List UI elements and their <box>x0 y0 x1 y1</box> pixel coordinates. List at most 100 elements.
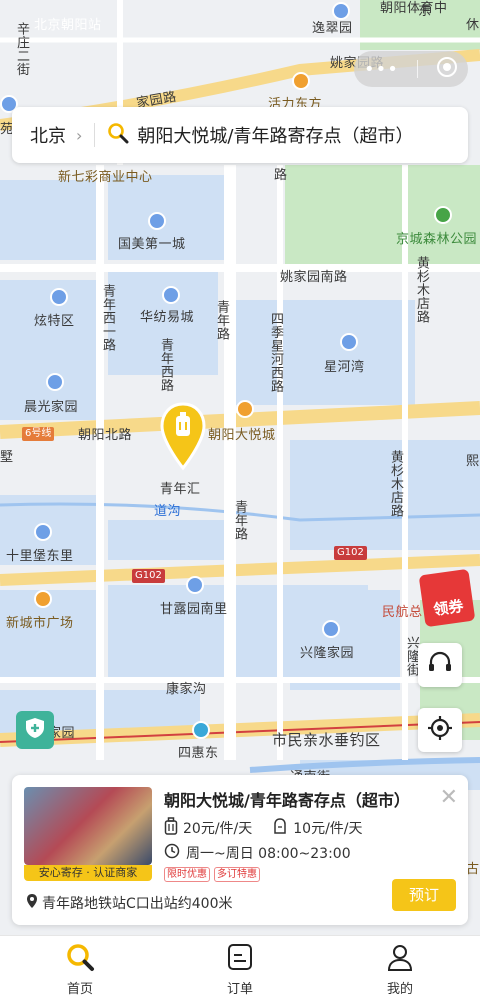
suitcase-icon <box>164 817 178 839</box>
status-carrier: 北京朝阳站 <box>34 18 102 33</box>
promo-tags: 限时优惠 多订特惠 <box>164 867 264 882</box>
coupon-red-packet[interactable]: 领券 <box>418 568 476 628</box>
tab-label: 订单 <box>226 982 253 997</box>
poi-chaoyang-joy-icon <box>236 400 254 418</box>
price-large: 20元/件/天 <box>183 821 253 837</box>
more-dots-icon[interactable]: ••• <box>364 59 399 80</box>
hours-row: 周一~周日 08:00~23:00 <box>164 843 351 863</box>
chevron-right-icon: › <box>76 125 83 145</box>
city-selector[interactable]: 北京 › <box>30 122 82 148</box>
map-label: 十里堡东里 <box>6 549 74 564</box>
clock-icon <box>164 843 180 863</box>
store-photo <box>24 787 152 865</box>
tab-home[interactable]: 首页 <box>0 936 160 1000</box>
close-icon[interactable]: ✕ <box>440 785 458 810</box>
customer-service-button[interactable] <box>418 643 462 687</box>
distance-text: 青年路地铁站C口出站约400米 <box>42 896 233 912</box>
map-label: 国美第一城 <box>118 237 186 252</box>
map-label: 新七彩商业中心 <box>58 170 153 185</box>
bag-icon <box>272 817 288 839</box>
search-bar[interactable]: 北京 › 朝阳大悦城/青年路寄存点（超市） <box>12 107 468 163</box>
map-label: 黄杉木店路 <box>414 256 429 324</box>
map-label: 华纺易城 <box>140 310 195 325</box>
map-label: 青年汇 <box>160 482 201 497</box>
map-label: 青年路 <box>214 300 229 341</box>
map-label: 朝阳大悦城 <box>208 428 276 443</box>
map-label: 黄杉木店路 <box>388 450 403 518</box>
map-label: 青年路 <box>232 500 247 541</box>
storage-point-card[interactable]: 安心寄存 · 认证商家 朝阳大悦城/青年路寄存点（超市） ✕ 20元/件/天 1… <box>12 775 468 925</box>
map-label: 青年西路 <box>158 338 173 392</box>
poi-guomei-icon <box>148 212 166 230</box>
poi-huoli-icon <box>292 72 310 90</box>
map-label: 星河湾 <box>324 360 365 375</box>
map-label: 逸翠园 <box>312 21 353 36</box>
map-label: 京城森林公园 <box>396 232 478 247</box>
map-label: 青年西一路 <box>100 284 115 352</box>
insurance-shield-button[interactable] <box>16 711 54 749</box>
poi-shilipu-icon <box>34 523 52 541</box>
map-label: 墅 <box>0 450 14 465</box>
map-label: 民航总 <box>382 605 423 620</box>
profile-icon <box>385 942 415 976</box>
search-icon <box>107 122 129 148</box>
map-label: 康家沟 <box>166 682 207 697</box>
price-small: 10元/件/天 <box>293 821 363 837</box>
map-label: 新城市广场 <box>6 616 74 631</box>
order-icon <box>225 942 255 976</box>
poi-xuante-icon <box>50 288 68 306</box>
search-input[interactable]: 朝阳大悦城/青年路寄存点（超市） <box>137 122 425 148</box>
poi-xinglong-icon <box>322 620 340 638</box>
close-target-icon[interactable] <box>436 56 458 82</box>
map-label: 炫特区 <box>34 314 75 329</box>
storage-location-pin[interactable] <box>160 402 206 472</box>
map-label: 熙 <box>466 454 480 469</box>
map-label: 甘露园南里 <box>160 602 228 617</box>
store-title: 朝阳大悦城/青年路寄存点（超市） <box>164 791 410 810</box>
search-icon <box>65 942 95 976</box>
map-label: 朝阳北路 <box>78 428 133 443</box>
location-pin-icon <box>26 893 38 913</box>
crosshair-icon <box>427 715 453 745</box>
map-label: 道沟 <box>154 504 182 519</box>
map-label: 路 <box>274 168 288 183</box>
distance-row: 青年路地铁站C口出站约400米 <box>26 893 233 913</box>
miniprogram-capsule[interactable]: ••• <box>354 51 468 87</box>
poi-park-icon <box>434 206 452 224</box>
headset-icon <box>427 650 453 680</box>
poi-ganlu-icon <box>186 576 204 594</box>
map-label: 兴隆街 <box>404 636 419 677</box>
poi-chenguang-icon <box>46 373 64 391</box>
metro-line-tag: 6号线 <box>22 427 55 441</box>
tab-label: 首页 <box>66 982 93 997</box>
map-label: 辛庄二街 <box>14 22 29 76</box>
tab-orders[interactable]: 订单 <box>160 936 320 1000</box>
promo-tag: 多订特惠 <box>214 867 260 882</box>
poi-xinghewan-icon <box>340 333 358 351</box>
map-label: 晨光家园 <box>24 400 79 415</box>
book-button[interactable]: 预订 <box>392 879 456 911</box>
map-label: 市民亲水垂钓区 <box>272 731 381 749</box>
bottom-tab-bar: 首页 订单 我的 <box>0 935 480 1000</box>
poi-huafang-icon <box>162 286 180 304</box>
capsule-divider <box>416 60 418 78</box>
road-tag: G102 <box>132 569 165 583</box>
shield-plus-icon <box>23 716 47 744</box>
map-label: 姚家园南路 <box>280 270 348 285</box>
city-label: 北京 <box>30 126 66 147</box>
map-label: 古 <box>466 862 480 877</box>
promo-tag: 限时优惠 <box>164 867 210 882</box>
price-small-item: 10元/件/天 <box>272 817 363 839</box>
tab-profile[interactable]: 我的 <box>320 936 480 1000</box>
price-row: 20元/件/天 10元/件/天 <box>164 817 383 839</box>
map-label: 四惠东 <box>178 746 219 761</box>
locate-me-button[interactable] <box>418 708 462 752</box>
road-tag: G102 <box>334 546 367 560</box>
tab-label: 我的 <box>386 982 413 997</box>
map-label: 兴隆家园 <box>300 646 355 661</box>
poi-xinchengshi-icon <box>34 590 52 608</box>
opening-hours: 周一~周日 08:00~23:00 <box>186 846 351 862</box>
subway-station-icon <box>192 721 210 739</box>
search-divider <box>94 123 96 147</box>
map-label: 休 <box>466 18 480 33</box>
